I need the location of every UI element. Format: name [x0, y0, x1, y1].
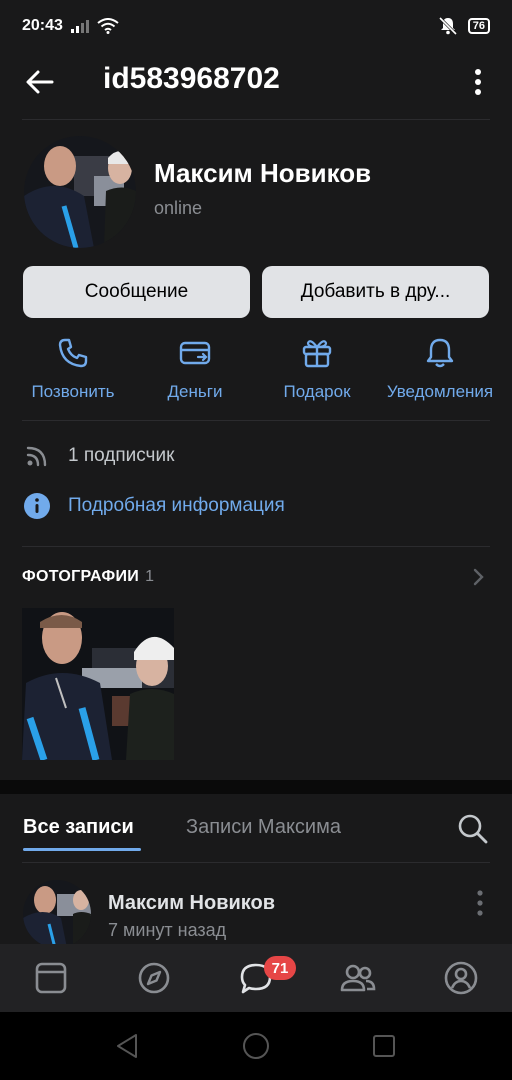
- search-icon[interactable]: [456, 812, 490, 846]
- notifications-action[interactable]: Уведомления: [380, 336, 500, 402]
- back-arrow-icon[interactable]: [24, 66, 56, 98]
- gift-label: Подарок: [283, 382, 351, 401]
- more-vertical-icon[interactable]: [468, 66, 488, 98]
- tab-indicator: [23, 848, 141, 851]
- subscribers-row[interactable]: 1 подписчик: [22, 441, 174, 471]
- message-button[interactable]: Сообщение: [23, 266, 250, 318]
- post-more-icon[interactable]: [472, 888, 488, 918]
- bottom-nav: 71: [0, 944, 512, 1012]
- chevron-right-icon[interactable]: [468, 566, 488, 588]
- add-friend-button[interactable]: Добавить в дру...: [262, 266, 489, 318]
- tab-all-posts[interactable]: Все записи: [23, 816, 134, 839]
- details-link: Подробная информация: [68, 495, 285, 516]
- subscribers-count: 1 подписчик: [68, 445, 175, 466]
- gift-action[interactable]: Подарок: [257, 336, 377, 402]
- friends-icon[interactable]: [340, 960, 376, 996]
- tab-own-posts[interactable]: Записи Максима: [186, 816, 341, 839]
- system-nav: [0, 1012, 512, 1080]
- photo-image: [22, 608, 174, 760]
- bell-icon: [426, 338, 454, 368]
- status-bar: 20:43 76: [0, 0, 512, 52]
- status-time: 20:43: [22, 17, 63, 34]
- system-recents-icon[interactable]: [370, 1032, 398, 1060]
- divider: [22, 862, 490, 863]
- photos-header[interactable]: ФОТОГРАФИИ 1: [22, 568, 154, 586]
- mute-icon: [438, 16, 457, 36]
- signal-icon: [70, 19, 89, 33]
- battery-icon: 76: [467, 18, 490, 34]
- post-avatar-photo: [23, 880, 91, 948]
- money-icon: [179, 341, 211, 365]
- profile-icon[interactable]: [443, 960, 479, 996]
- avatar-photo: [24, 136, 136, 248]
- money-label: Деньги: [167, 382, 223, 401]
- photo-thumbnail[interactable]: [22, 608, 174, 760]
- post-avatar[interactable]: [23, 880, 91, 948]
- top-bar: id583968702: [0, 52, 512, 118]
- divider: [22, 546, 490, 547]
- profile-name: Максим Новиков: [154, 158, 372, 188]
- online-status: online: [154, 198, 203, 218]
- gift-icon: [302, 340, 332, 368]
- section-separator: [0, 780, 512, 794]
- news-icon[interactable]: [33, 960, 69, 996]
- info-icon: [24, 493, 50, 519]
- page-title: id583968702: [103, 62, 280, 95]
- rss-icon: [26, 446, 47, 467]
- call-label: Позвонить: [31, 382, 115, 401]
- photos-title: ФОТОГРАФИИ: [22, 568, 140, 585]
- photos-count: 1: [145, 568, 155, 585]
- divider: [22, 119, 490, 120]
- compass-icon[interactable]: [136, 960, 172, 996]
- phone-icon: [58, 338, 88, 368]
- divider: [22, 420, 490, 421]
- wifi-icon: [97, 18, 119, 34]
- call-action[interactable]: Позвонить: [13, 336, 133, 402]
- system-back-icon[interactable]: [114, 1032, 142, 1060]
- notifications-label: Уведомления: [386, 382, 494, 401]
- post-author[interactable]: Максим Новиков: [108, 892, 275, 915]
- details-row[interactable]: Подробная информация: [22, 491, 285, 521]
- system-home-icon[interactable]: [242, 1032, 270, 1060]
- post-time: 7 минут назад: [108, 920, 227, 940]
- messages-badge: 71: [264, 956, 296, 980]
- money-action[interactable]: Деньги: [135, 336, 255, 402]
- avatar[interactable]: [24, 136, 136, 248]
